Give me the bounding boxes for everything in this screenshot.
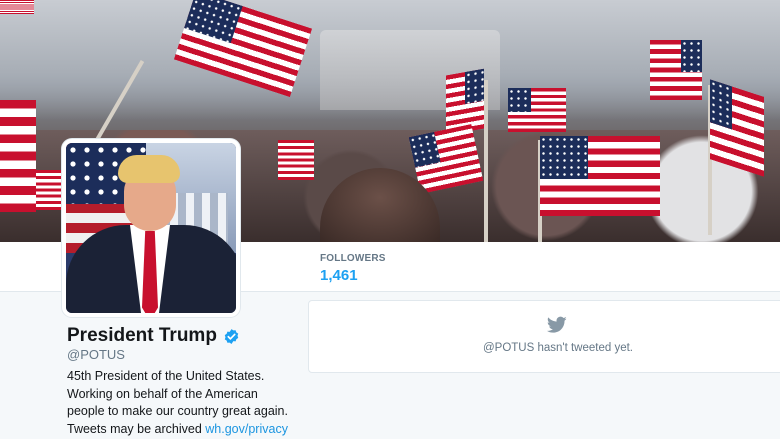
flag-image: [278, 140, 314, 180]
bio-privacy-link[interactable]: wh.gov/privacy: [205, 422, 288, 436]
flag-image: [540, 136, 660, 216]
bio-line-with-link: Tweets may be archived wh.gov/privacy: [67, 421, 297, 439]
profile-handle[interactable]: @POTUS: [67, 347, 125, 362]
followers-count: 1,461: [320, 267, 358, 284]
timeline-empty-message: @POTUS hasn't tweeted yet.: [482, 342, 634, 354]
bio-line: Working on behalf of the American: [67, 386, 258, 401]
profile-name[interactable]: President Trump: [67, 325, 217, 347]
profile-name-row: President Trump: [67, 325, 240, 347]
bio-line: Tweets may be archived: [67, 421, 202, 436]
flag-image: [0, 0, 34, 14]
followers-stat[interactable]: FOLLOWERS 1,461: [320, 253, 386, 284]
flag-pole: [484, 80, 488, 242]
followers-label: FOLLOWERS: [320, 253, 386, 264]
timeline-empty-card: [308, 300, 780, 373]
flag-image: [650, 40, 702, 100]
profile-bio: 45th President of the United States. Wor…: [67, 368, 297, 438]
flag-image: [0, 100, 36, 212]
flag-image: [710, 79, 764, 177]
twitter-bird-icon: [547, 316, 567, 333]
avatar-hair: [118, 155, 180, 183]
verified-badge-icon: [224, 328, 239, 344]
profile-avatar[interactable]: [62, 139, 240, 317]
flag-image: [508, 88, 566, 132]
bio-line: 45th President of the United States.: [67, 369, 265, 383]
bio-line: people to make our country great again.: [67, 404, 288, 418]
